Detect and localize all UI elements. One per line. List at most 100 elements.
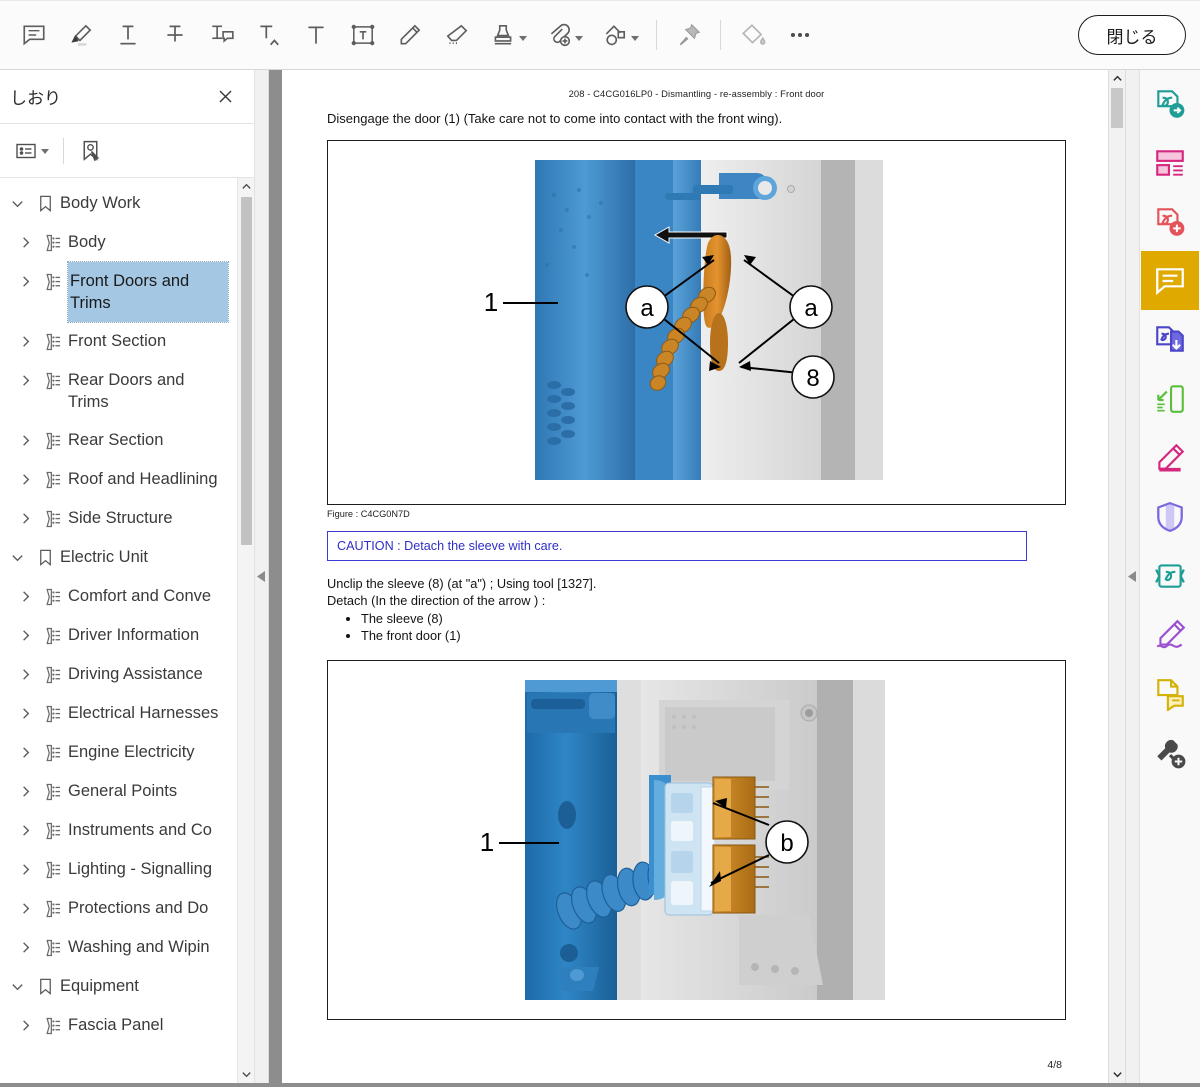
bookmark-item-front-doors-and-trims[interactable]: Front Doors and Trims xyxy=(0,261,238,323)
list-options-icon[interactable] xyxy=(10,133,53,169)
bookmark-item-roof-and-headlining[interactable]: Roof and Headlining xyxy=(0,460,238,499)
chevron-right-icon[interactable] xyxy=(12,499,38,538)
bookmark-item-comfort-and-conve[interactable]: Comfort and Conve xyxy=(0,577,238,616)
chevron-down-icon[interactable] xyxy=(574,36,583,41)
sidebar-scroll-down-button[interactable] xyxy=(238,1066,255,1083)
document-scroll-down-button[interactable] xyxy=(1109,1066,1126,1083)
add-bookmark-icon[interactable] xyxy=(74,133,107,169)
text-tool-icon[interactable] xyxy=(292,11,339,59)
text-comment-icon[interactable] xyxy=(198,11,245,59)
stamp-icon[interactable] xyxy=(480,11,536,59)
eraser-icon[interactable] xyxy=(433,11,480,59)
sticky-note-icon[interactable] xyxy=(10,11,57,59)
document-scrollbar[interactable] xyxy=(1108,70,1125,1083)
bookmark-node-icon xyxy=(38,421,68,460)
export-pdf-icon[interactable] xyxy=(1141,74,1199,133)
chevron-right-icon[interactable] xyxy=(12,889,38,928)
bookmark-item-equipment[interactable]: Equipment xyxy=(0,967,238,1006)
chevron-down-icon[interactable] xyxy=(4,184,30,223)
chevron-right-icon[interactable] xyxy=(12,811,38,850)
chevron-right-icon[interactable] xyxy=(12,850,38,889)
chevron-right-icon[interactable] xyxy=(12,223,38,262)
document-scroll-thumb[interactable] xyxy=(1111,88,1123,128)
bookmark-item-label: Fascia Panel xyxy=(68,1016,164,1034)
bookmark-item-rear-section[interactable]: Rear Section xyxy=(0,421,238,460)
chevron-down-icon[interactable] xyxy=(630,36,639,41)
bookmark-node-icon xyxy=(38,772,68,811)
shapes-icon[interactable] xyxy=(592,11,648,59)
bookmark-item-driver-information[interactable]: Driver Information xyxy=(0,616,238,655)
chevron-right-icon[interactable] xyxy=(12,655,38,694)
collapse-left-icon[interactable] xyxy=(255,70,269,1083)
chevron-down-icon[interactable] xyxy=(518,36,527,41)
chevron-right-icon[interactable] xyxy=(12,772,38,811)
bookmark-item-body[interactable]: Body xyxy=(0,223,238,262)
pdf-page-area[interactable]: 208 - C4CG016LP0 - Dismantling - re-asse… xyxy=(282,70,1108,1083)
chevron-down-icon[interactable] xyxy=(4,967,30,1006)
chevron-right-icon[interactable] xyxy=(12,322,38,361)
svg-text:b: b xyxy=(780,830,793,857)
compress-pdf-icon[interactable] xyxy=(1141,369,1199,428)
bookmark-item-electrical-harnesses[interactable]: Electrical Harnesses xyxy=(0,694,238,733)
chevron-right-icon[interactable] xyxy=(12,1006,38,1045)
bookmark-item-lighting-signalling[interactable]: Lighting - Signalling xyxy=(0,850,238,889)
comment-icon[interactable] xyxy=(1141,251,1199,310)
request-signature-icon[interactable] xyxy=(1141,664,1199,723)
chevron-right-icon[interactable] xyxy=(12,460,38,499)
bookmark-item-instruments-and-co[interactable]: Instruments and Co xyxy=(0,811,238,850)
text-box-icon[interactable] xyxy=(339,11,386,59)
bookmark-item-engine-electricity[interactable]: Engine Electricity xyxy=(0,733,238,772)
chevron-right-icon[interactable] xyxy=(12,694,38,733)
create-pdf-icon[interactable] xyxy=(1141,192,1199,251)
bookmark-item-label: Rear Doors and Trims xyxy=(68,371,185,411)
bookmark-item-label: Electrical Harnesses xyxy=(68,704,219,722)
strikethrough-icon[interactable] xyxy=(151,11,198,59)
more-options-icon[interactable] xyxy=(776,11,823,59)
sidebar-scroll-up-button[interactable] xyxy=(238,178,255,195)
bookmark-item-general-points[interactable]: General Points xyxy=(0,772,238,811)
highlight-icon[interactable] xyxy=(57,11,104,59)
bookmark-item-label: Driver Information xyxy=(68,626,200,644)
close-button[interactable]: 閉じる xyxy=(1078,15,1186,55)
combine-files-icon[interactable] xyxy=(1141,310,1199,369)
close-icon[interactable] xyxy=(210,82,240,112)
underline-icon[interactable] xyxy=(104,11,151,59)
bookmark-item-electric-unit[interactable]: Electric Unit xyxy=(0,538,238,577)
fill-sign-icon[interactable] xyxy=(1141,605,1199,664)
pin-icon[interactable] xyxy=(665,11,712,59)
bookmark-item-protections-and-do[interactable]: Protections and Do xyxy=(0,889,238,928)
svg-text:1: 1 xyxy=(484,287,498,317)
text-insert-caret-icon[interactable] xyxy=(245,11,292,59)
protect-icon[interactable] xyxy=(1141,487,1199,546)
chevron-right-icon[interactable] xyxy=(12,361,38,400)
bookmark-item-washing-and-wipin[interactable]: Washing and Wipin xyxy=(0,928,238,967)
bookmark-node-icon xyxy=(38,928,68,967)
sidebar-scrollbar[interactable] xyxy=(237,178,254,1083)
edit-pdf-icon[interactable] xyxy=(1141,428,1199,487)
chevron-right-icon[interactable] xyxy=(12,262,38,301)
collapse-right-icon[interactable] xyxy=(1125,70,1139,1083)
bookmark-item-fascia-panel[interactable]: Fascia Panel xyxy=(0,1006,238,1045)
organize-pages-icon[interactable] xyxy=(1141,133,1199,192)
sidebar-scroll-thumb[interactable] xyxy=(240,197,252,545)
chevron-right-icon[interactable] xyxy=(12,733,38,772)
bookmark-item-rear-doors-and-trims[interactable]: Rear Doors and Trims xyxy=(0,361,238,421)
bookmark-item-label: Electric Unit xyxy=(60,548,149,566)
pencil-icon[interactable] xyxy=(386,11,433,59)
bookmark-item-driving-assistance[interactable]: Driving Assistance xyxy=(0,655,238,694)
bookmark-item-body-work[interactable]: Body Work xyxy=(0,184,238,223)
chevron-down-icon[interactable] xyxy=(4,538,30,577)
bookmark-item-front-section[interactable]: Front Section xyxy=(0,322,238,361)
fill-color-icon[interactable] xyxy=(729,11,776,59)
chevron-right-icon[interactable] xyxy=(12,421,38,460)
bookmarks-tree[interactable]: Body Work Body Front Doors and Trims Front … xyxy=(0,178,238,1083)
chevron-right-icon[interactable] xyxy=(12,928,38,967)
chevron-right-icon[interactable] xyxy=(12,577,38,616)
document-scroll-up-button[interactable] xyxy=(1109,70,1126,87)
chevron-down-icon[interactable] xyxy=(41,149,49,154)
chevron-right-icon[interactable] xyxy=(12,616,38,655)
more-tools-icon[interactable] xyxy=(1141,723,1199,782)
attachment-add-icon[interactable] xyxy=(536,11,592,59)
redact-icon[interactable] xyxy=(1141,546,1199,605)
bookmark-item-side-structure[interactable]: Side Structure xyxy=(0,499,238,538)
